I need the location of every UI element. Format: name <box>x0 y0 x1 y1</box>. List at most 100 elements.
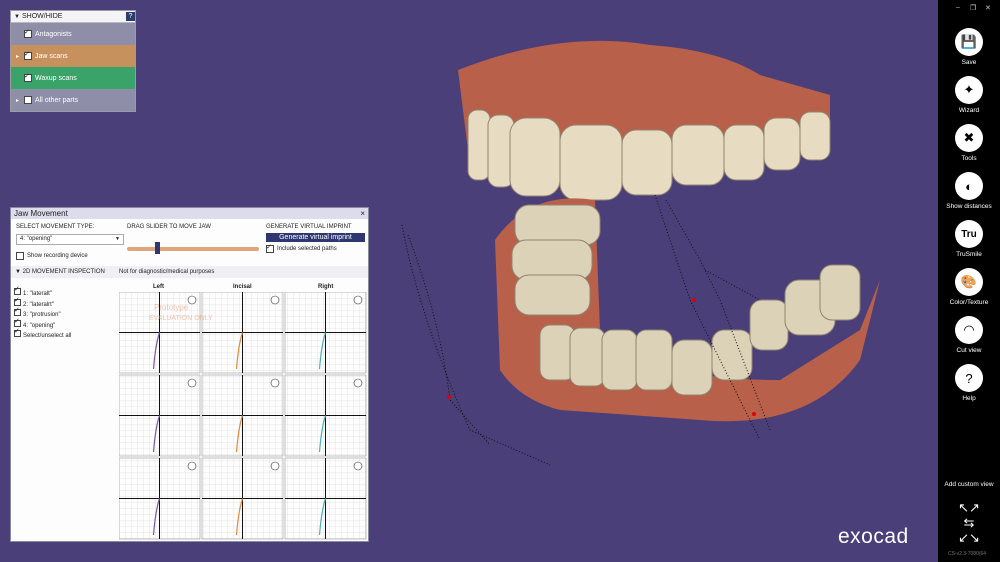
head-orientation-icon <box>187 295 197 305</box>
tools-icon: ✖ <box>955 124 983 152</box>
head-orientation-icon <box>187 461 197 471</box>
select-value: 4: "opening" <box>20 236 53 242</box>
checkbox-label: Show recording device <box>27 253 88 259</box>
watermark-line1: Prototype <box>154 303 189 312</box>
chevron-down-icon: ▼ <box>115 236 120 242</box>
checkbox[interactable] <box>24 96 32 104</box>
head-orientation-icon <box>187 378 197 388</box>
movement-list: 1: "lateralt" 2: "lateralrt" 3: "protrus… <box>14 286 117 341</box>
toolbar-show-distances-button[interactable]: ◐ Show distances <box>938 172 1000 210</box>
trusmile-icon: Tru <box>955 220 983 248</box>
show-hide-title: SHOW/HIDE <box>22 13 63 20</box>
head-orientation-icon <box>353 295 363 305</box>
head-orientation-icon <box>270 378 280 388</box>
right-toolbar: – ❐ ✕ 💾 Save ✦ Wizard ✖ Tools ◐ Show distances T… <box>938 0 1000 562</box>
head-orientation-icon <box>270 461 280 471</box>
checkbox[interactable] <box>24 50 32 60</box>
toolbar-label: Tools <box>961 155 977 162</box>
list-item[interactable]: 3: "protrusion" <box>14 307 117 320</box>
show-hide-item-all-other-parts[interactable]: ▸ All other parts <box>11 89 135 111</box>
view-navigation-icon[interactable]: ↖↗ ⇆ ↙↘ <box>954 500 984 546</box>
generate-imprint-button[interactable]: Generate virtual imprint <box>266 233 365 242</box>
dialog-titlebar[interactable]: Jaw Movement × <box>11 208 368 219</box>
toolbar-label: Wizard <box>958 107 980 114</box>
list-item[interactable]: Select/unselect all <box>14 328 117 341</box>
checkbox[interactable] <box>16 252 24 260</box>
generate-imprint-label: GENERATE VIRTUAL IMPRINT <box>266 224 352 230</box>
add-custom-view-label: Add custom view <box>944 481 994 488</box>
minimize-button[interactable]: – <box>956 4 960 11</box>
wizard-icon: ✦ <box>955 76 983 104</box>
movement-label: 1: "lateralt" <box>23 291 52 297</box>
checkbox[interactable] <box>14 297 21 306</box>
toolbar-label: Show distances <box>946 203 992 210</box>
collapse-icon: ▼ <box>14 13 20 20</box>
movement-label: 2: "lateralrt" <box>23 301 54 308</box>
item-label: Antagonists <box>35 30 72 38</box>
toolbar-label: Help <box>962 395 976 402</box>
movement-graphs-grid[interactable]: Prototype EVALUATION ONLY <box>119 292 368 541</box>
checkbox[interactable] <box>14 318 21 327</box>
inspection-label: 2D MOVEMENT INSPECTION <box>22 269 105 275</box>
collapse-icon: ▼ <box>15 269 23 275</box>
movement-label: 3: "protrusion" <box>23 312 61 318</box>
save-icon: 💾 <box>955 28 983 56</box>
movement-type-select[interactable]: 4: "opening" ▼ <box>16 234 124 245</box>
show-hide-panel: ▼ SHOW/HIDE ? Antagonists ▸ Jaw scans Wa… <box>10 10 136 112</box>
show-recording-checkbox[interactable]: Show recording device <box>16 252 88 260</box>
toolbar-trusmile-button[interactable]: Tru TruSmile <box>938 220 1000 258</box>
movement-inspection-header[interactable]: ▼ 2D MOVEMENT INSPECTION <box>15 269 105 275</box>
toolbar-help-button[interactable]: ? Help <box>938 364 1000 402</box>
help-icon: ? <box>955 364 983 392</box>
toolbar-wizard-button[interactable]: ✦ Wizard <box>938 76 1000 114</box>
column-left-label: Left <box>153 284 164 290</box>
toolbar-label: Color/Texture <box>949 299 989 306</box>
checkbox[interactable] <box>24 28 32 38</box>
show-hide-item-waxup-scans[interactable]: Waxup scans <box>11 67 135 89</box>
close-window-button[interactable]: ✕ <box>985 4 991 12</box>
show-hide-item-jaw-scans[interactable]: ▸ Jaw scans <box>11 45 135 67</box>
head-orientation-icon <box>353 378 363 388</box>
list-item[interactable]: 1: "lateralt" <box>14 286 117 299</box>
palette-icon: 🎨 <box>955 268 983 296</box>
show-hide-item-antagonists[interactable]: Antagonists <box>11 23 135 45</box>
checkbox[interactable] <box>14 286 21 295</box>
jaw-slider-track[interactable] <box>127 247 259 251</box>
watermark-line2: EVALUATION ONLY <box>149 315 213 322</box>
movement-label: Select/unselect all <box>23 333 72 339</box>
movement-label: 4: "opening" <box>23 322 56 329</box>
item-label: All other parts <box>35 96 79 104</box>
include-paths-checkbox[interactable]: Include selected paths <box>266 243 337 253</box>
drag-slider-label: DRAG SLIDER TO MOVE JAW <box>127 224 211 230</box>
restore-button[interactable]: ❐ <box>970 4 976 12</box>
jaw-movement-dialog: Jaw Movement × SELECT MOVEMENT TYPE: 4: … <box>10 207 369 542</box>
toolbar-label: Cut view <box>956 347 982 354</box>
exocad-logo: exocad <box>838 525 909 548</box>
expand-icon[interactable]: ▸ <box>16 97 24 104</box>
checkbox-label: Include selected paths <box>277 246 337 252</box>
column-incisal-label: Incisal <box>233 284 252 290</box>
item-label: Jaw scans <box>35 52 68 60</box>
help-icon[interactable]: ? <box>126 12 135 21</box>
checkbox[interactable] <box>266 243 274 253</box>
list-item[interactable]: 2: "lateralrt" <box>14 297 117 310</box>
toolbar-color-texture-button[interactable]: 🎨 Color/Texture <box>938 268 1000 306</box>
toolbar-tools-button[interactable]: ✖ Tools <box>938 124 1000 162</box>
disclaimer-text: Not for diagnostic/medical purposes <box>119 269 215 275</box>
toolbar-cut-view-button[interactable]: ◠ Cut view <box>938 316 1000 354</box>
head-orientation-icon <box>270 295 280 305</box>
checkbox[interactable] <box>14 307 21 316</box>
toolbar-label: Save <box>961 59 977 66</box>
toolbar-label: TruSmile <box>956 251 982 258</box>
toolbar-save-button[interactable]: 💾 Save <box>938 28 1000 66</box>
distances-icon: ◐ <box>955 172 983 200</box>
close-icon[interactable]: × <box>360 209 365 218</box>
select-movement-label: SELECT MOVEMENT TYPE: <box>16 224 95 230</box>
list-item[interactable]: 4: "opening" <box>14 318 117 331</box>
checkbox[interactable] <box>24 72 32 82</box>
checkbox[interactable] <box>14 328 21 337</box>
show-hide-header[interactable]: ▼ SHOW/HIDE ? <box>11 11 135 23</box>
expand-icon[interactable]: ▸ <box>16 53 24 60</box>
jaw-slider-thumb[interactable] <box>155 242 160 254</box>
column-right-label: Right <box>318 284 334 290</box>
